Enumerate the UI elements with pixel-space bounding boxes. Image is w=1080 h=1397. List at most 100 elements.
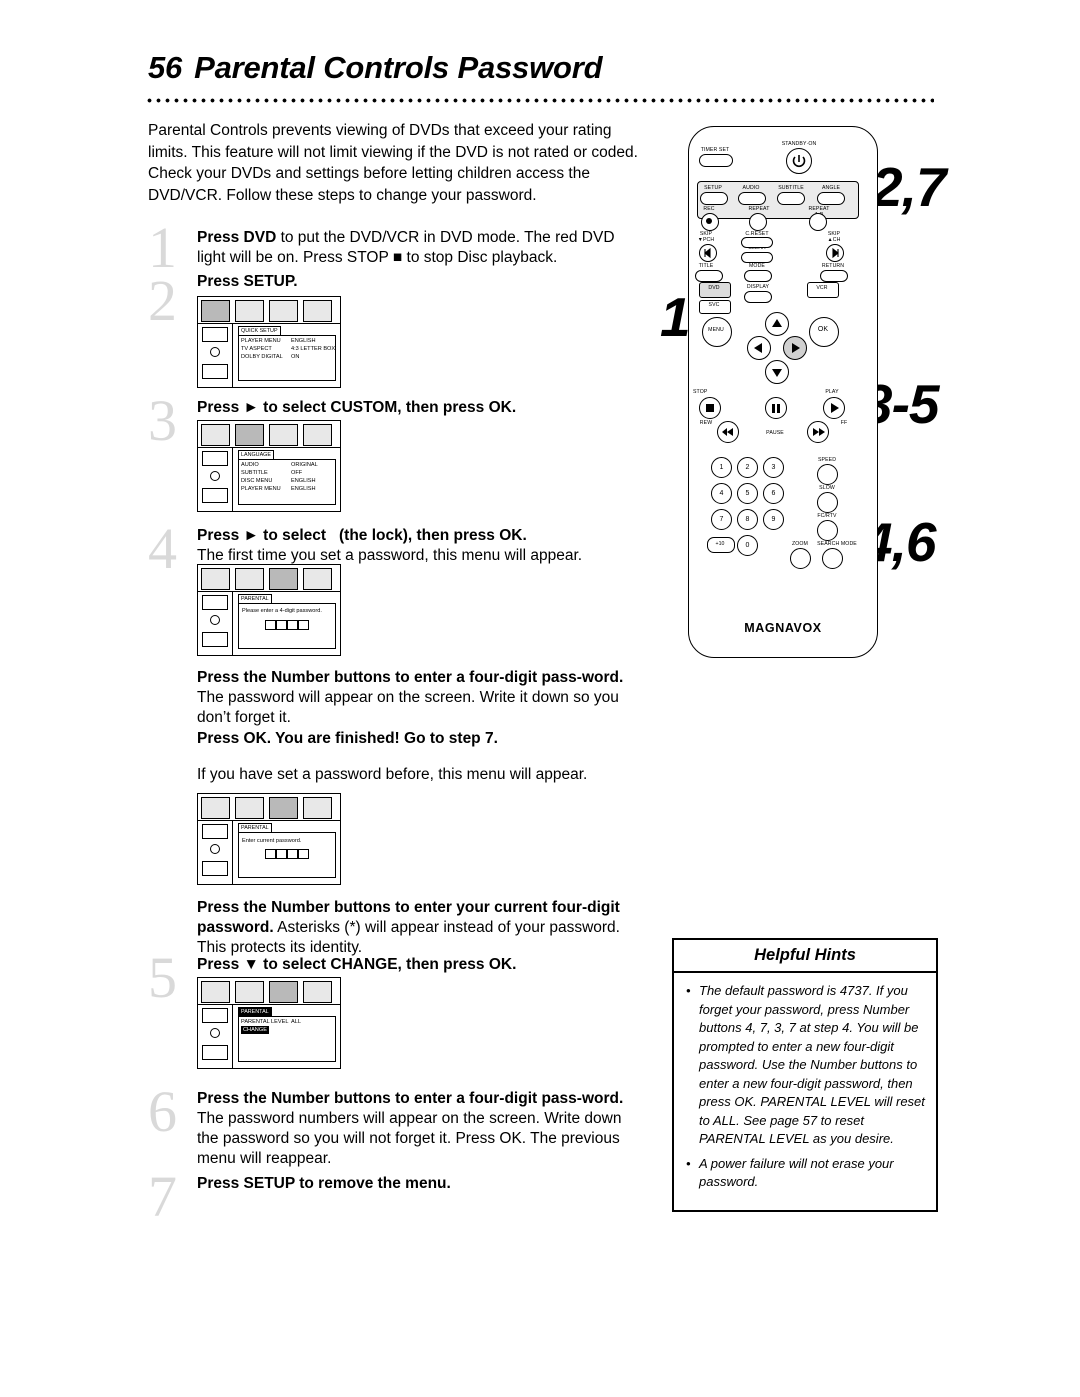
return-button[interactable] bbox=[820, 270, 848, 282]
record-button[interactable] bbox=[701, 213, 719, 231]
osd-side-icon-2 bbox=[202, 364, 228, 379]
osd-row-label-2: TV ASPECT bbox=[241, 346, 272, 352]
label-pause: PAUSE bbox=[766, 430, 784, 436]
osd-row-value-1: ALL bbox=[291, 1019, 301, 1025]
speed-button[interactable] bbox=[817, 464, 838, 485]
skip-back-button[interactable] bbox=[699, 244, 717, 262]
osd-row-value-2: OFF bbox=[291, 470, 303, 476]
title-button[interactable] bbox=[695, 270, 723, 282]
key-3[interactable]: 3 bbox=[763, 457, 784, 478]
cursor-down-button[interactable] bbox=[765, 360, 789, 384]
label-ff: FF bbox=[840, 420, 848, 426]
step-2-lead: Press SETUP. bbox=[197, 273, 298, 290]
osd-arrow-pad bbox=[202, 463, 226, 487]
arrow-down-icon bbox=[772, 369, 782, 377]
zoom-button[interactable] bbox=[790, 548, 811, 569]
osd-icon-bar bbox=[198, 978, 340, 1005]
rewind-icon bbox=[722, 428, 733, 436]
osd-icon-bar bbox=[198, 794, 340, 821]
step-number-7: 7 bbox=[148, 1164, 177, 1229]
password-digit-box-1 bbox=[265, 849, 276, 859]
label-svc: SVC bbox=[708, 302, 720, 308]
key-4[interactable]: 4 bbox=[711, 483, 732, 504]
key-6[interactable]: 6 bbox=[763, 483, 784, 504]
angle-button[interactable] bbox=[817, 192, 845, 205]
cursor-pad bbox=[747, 312, 807, 384]
osd-row-label-2: SUBTITLE bbox=[241, 470, 268, 476]
label-return: RETURN bbox=[821, 263, 845, 269]
display-button[interactable] bbox=[744, 291, 772, 303]
rewind-button[interactable] bbox=[717, 421, 739, 443]
play-button[interactable] bbox=[823, 397, 845, 419]
hint-item-1: The default password is 4737. If you for… bbox=[686, 982, 926, 1149]
brand-logo: MAGNAVOX bbox=[744, 621, 822, 635]
subtitle-button[interactable] bbox=[777, 192, 805, 205]
osd-row-value-1: ENGLISH bbox=[291, 338, 316, 344]
step-4-lead: Press ► to select (the lock), then press… bbox=[197, 527, 527, 544]
cursor-right-button[interactable] bbox=[783, 336, 807, 360]
label-subtitle: SUBTITLE bbox=[778, 185, 804, 191]
password-digit-box-4 bbox=[298, 849, 309, 859]
play-icon bbox=[831, 403, 839, 413]
step-5-text: Press ▼ to select CHANGE, then press OK. bbox=[197, 955, 667, 975]
osd-row-label-3: DOLBY DIGITAL bbox=[241, 354, 283, 360]
label-title: TITLE bbox=[698, 263, 714, 269]
osd-side-icons bbox=[198, 820, 233, 884]
setup-button[interactable] bbox=[700, 192, 728, 205]
password-digit-box-3 bbox=[287, 620, 298, 630]
label-repeat: REPEAT bbox=[748, 206, 770, 212]
osd-icon-custom bbox=[303, 424, 332, 446]
step-6-rest: The password numbers will appear on the … bbox=[197, 1110, 622, 1167]
label-mode: MODE bbox=[749, 263, 765, 269]
key-1[interactable]: 1 bbox=[711, 457, 732, 478]
paragraph-press-ok: Press OK. You are finished! Go to step 7… bbox=[197, 729, 647, 749]
arrow-left-icon bbox=[754, 343, 762, 353]
osd-setup-menu: QUICK SETUP PLAYER MENU ENGLISH TV ASPEC… bbox=[197, 296, 341, 388]
key-0[interactable]: 0 bbox=[737, 535, 758, 556]
label-rew: REW bbox=[699, 420, 713, 426]
label-display: DISPLAY bbox=[746, 284, 770, 290]
label-setup: SETUP bbox=[704, 185, 722, 191]
label-speed: SPEED bbox=[817, 457, 837, 463]
mode-button[interactable] bbox=[744, 270, 772, 282]
timer-set-button[interactable] bbox=[699, 154, 733, 167]
step-4-text: Press ► to select (the lock), then press… bbox=[197, 526, 667, 566]
page-title-text: Parental Controls Password bbox=[194, 50, 603, 85]
label-pch: ▼PCH bbox=[697, 237, 715, 243]
helpful-hints-box: Helpful Hints The default password is 47… bbox=[672, 938, 938, 1212]
label-ok: OK bbox=[817, 326, 829, 333]
search-mode-button[interactable] bbox=[822, 548, 843, 569]
key-5[interactable]: 5 bbox=[737, 483, 758, 504]
key-7[interactable]: 7 bbox=[711, 509, 732, 530]
paragraph-enter-first-password-rest: The password will appear on the screen. … bbox=[197, 689, 619, 726]
label-standby-on: STANDBY·ON bbox=[781, 141, 817, 147]
key-9[interactable]: 9 bbox=[763, 509, 784, 530]
stop-button[interactable] bbox=[699, 397, 721, 419]
slow-button[interactable] bbox=[817, 492, 838, 513]
step-5-lead: Press ▼ to select CHANGE, then press OK. bbox=[197, 956, 517, 973]
key-8[interactable]: 8 bbox=[737, 509, 758, 530]
cursor-left-button[interactable] bbox=[747, 336, 771, 360]
osd-parental-new-menu: PARENTAL Please enter a 4-digit password… bbox=[197, 564, 341, 656]
intro-paragraph: Parental Controls prevents viewing of DV… bbox=[148, 122, 638, 204]
standby-on-button[interactable] bbox=[786, 148, 812, 174]
repeat-ab-button[interactable] bbox=[809, 213, 827, 231]
clear-button[interactable] bbox=[741, 252, 773, 263]
step-6-text: Press the Number buttons to enter a four… bbox=[197, 1089, 647, 1169]
osd-icon-lock bbox=[269, 981, 298, 1003]
fast-forward-button[interactable] bbox=[807, 421, 829, 443]
pause-icon bbox=[772, 404, 780, 413]
skip-forward-icon bbox=[832, 247, 839, 259]
step-number-4: 4 bbox=[148, 516, 177, 581]
skip-forward-button[interactable] bbox=[826, 244, 844, 262]
key-2[interactable]: 2 bbox=[737, 457, 758, 478]
record-dot-icon bbox=[706, 218, 712, 224]
pause-button[interactable] bbox=[765, 397, 787, 419]
repeat-button[interactable] bbox=[749, 213, 767, 231]
fc-rtv-button[interactable] bbox=[817, 520, 838, 541]
step-6-lead: Press the Number buttons to enter a four… bbox=[197, 1090, 624, 1107]
osd-row-label-1: AUDIO bbox=[241, 462, 259, 468]
audio-button[interactable] bbox=[738, 192, 766, 205]
cursor-up-button[interactable] bbox=[765, 312, 789, 336]
c-reset-button[interactable] bbox=[741, 237, 773, 248]
